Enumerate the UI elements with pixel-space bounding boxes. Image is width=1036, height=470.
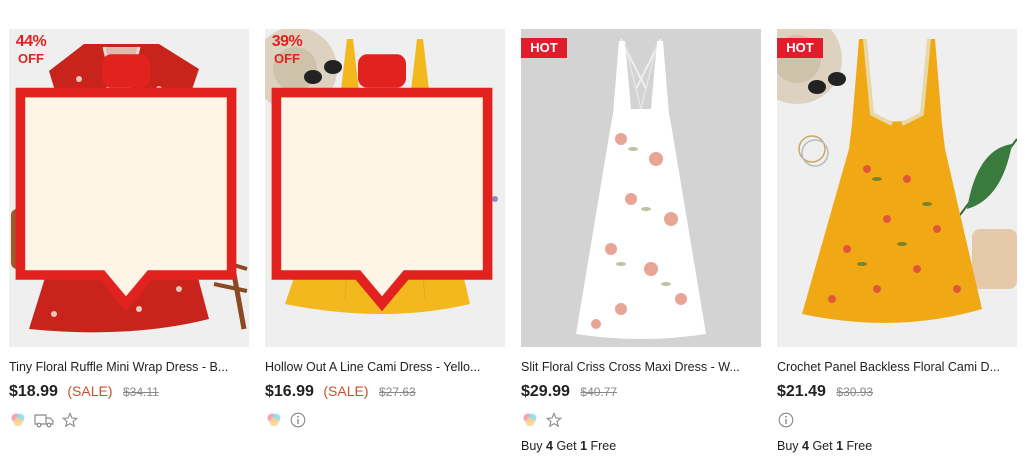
hot-badge: HOT — [521, 38, 567, 58]
product-title[interactable]: Hollow Out A Line Cami Dress - Yello... — [265, 360, 497, 374]
favorite-star-icon[interactable] — [61, 411, 79, 429]
discount-tag: 44% OFF — [9, 29, 237, 312]
product-icons — [777, 410, 1017, 430]
color-swatch-icon[interactable] — [265, 411, 283, 429]
discount-tag: 39% OFF — [265, 29, 493, 312]
product-image[interactable]: HOT — [521, 29, 761, 347]
current-price: $29.99 — [521, 383, 570, 400]
color-swatch-icon[interactable] — [521, 411, 539, 429]
discount-off-label: OFF — [18, 51, 44, 66]
hot-badge: HOT — [777, 38, 823, 58]
product-card[interactable]: HOT Crochet Panel Backless Floral Cami D… — [777, 29, 1017, 459]
price-row: $16.99 (SALE) $27.63 — [265, 383, 505, 403]
color-swatch-icon[interactable] — [9, 411, 27, 429]
promo-text: Buy 4 Get 1 Free — [777, 439, 873, 453]
product-card[interactable]: HOT Slit Floral Criss Cross Maxi Dress -… — [521, 29, 761, 459]
current-price: $16.99 — [265, 383, 314, 400]
current-price: $21.49 — [777, 383, 826, 400]
product-title[interactable]: Slit Floral Criss Cross Maxi Dress - W..… — [521, 360, 753, 374]
current-price: $18.99 — [9, 383, 58, 400]
price-row: $29.99 $40.77 — [521, 383, 761, 403]
original-price: $27.63 — [378, 385, 416, 399]
discount-percent: 44% — [15, 33, 47, 50]
discount-percent: 39% — [271, 33, 303, 50]
sale-label: (SALE) — [67, 383, 113, 399]
discount-off-label: OFF — [274, 51, 300, 66]
product-icons — [265, 410, 505, 430]
original-price: $40.77 — [580, 385, 618, 399]
product-card[interactable]: 39% OFF Hollow Out A Line Cami Dress - Y… — [265, 29, 505, 459]
price-row: $18.99 (SALE) $34.11 — [9, 383, 249, 403]
product-image[interactable]: HOT — [777, 29, 1017, 347]
sale-label: (SALE) — [323, 383, 369, 399]
product-icons — [9, 410, 249, 430]
original-price: $30.93 — [836, 385, 874, 399]
product-title[interactable]: Tiny Floral Ruffle Mini Wrap Dress - B..… — [9, 360, 241, 374]
product-image[interactable]: 44% OFF — [9, 29, 249, 347]
product-grid: 44% OFF Tiny Floral Ruffle Mini Wrap Dre… — [0, 0, 1036, 470]
price-row: $21.49 $30.93 — [777, 383, 1017, 403]
info-icon[interactable] — [289, 411, 307, 429]
product-title[interactable]: Crochet Panel Backless Floral Cami D... — [777, 360, 1009, 374]
product-icons — [521, 410, 761, 430]
product-image[interactable]: 39% OFF — [265, 29, 505, 347]
free-shipping-truck-icon — [33, 411, 55, 429]
info-icon[interactable] — [777, 411, 795, 429]
promo-text: Buy 4 Get 1 Free — [521, 439, 617, 453]
favorite-star-icon[interactable] — [545, 411, 563, 429]
original-price: $34.11 — [122, 385, 159, 399]
product-card[interactable]: 44% OFF Tiny Floral Ruffle Mini Wrap Dre… — [9, 29, 249, 459]
